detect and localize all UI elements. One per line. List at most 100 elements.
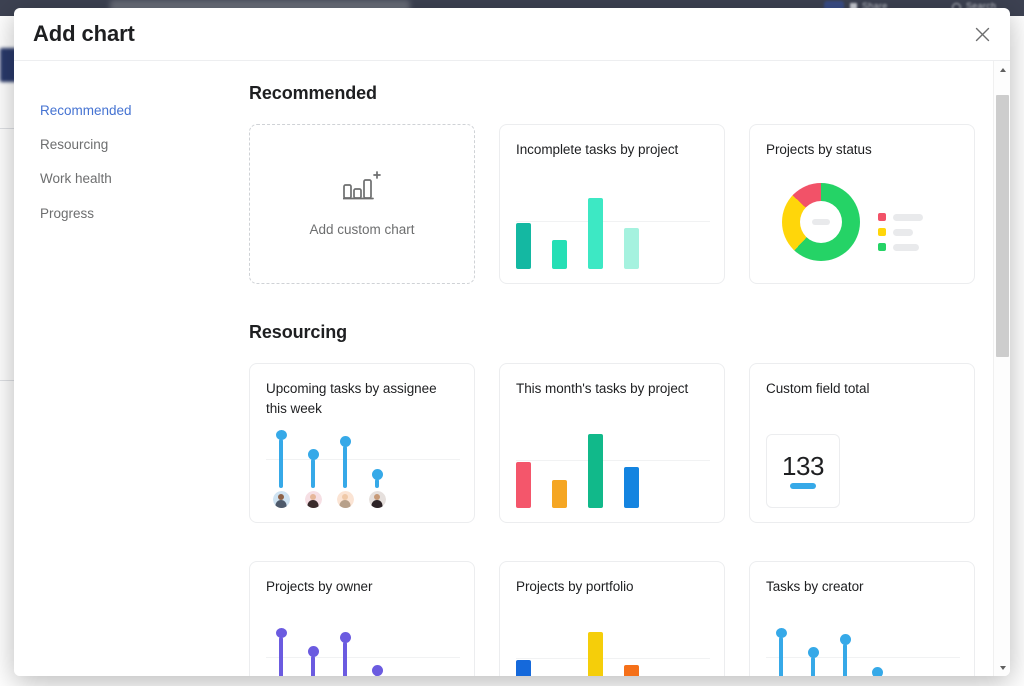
legend-label-placeholder — [893, 228, 913, 236]
avatar — [272, 491, 290, 508]
dialog-header: Add chart — [14, 8, 1010, 61]
chart-thumbnail — [516, 191, 710, 269]
chart-stem — [343, 446, 347, 488]
scroll-up-arrow[interactable] — [994, 61, 1010, 78]
donut-center-label — [812, 219, 830, 225]
scrollbar-thumb[interactable] — [996, 95, 1009, 357]
chart-thumbnail — [266, 628, 460, 676]
chart-stem — [375, 479, 379, 488]
metric-tile: 133 — [766, 434, 840, 508]
chart-thumbnail — [766, 628, 960, 676]
chart-card-grid: Upcoming tasks by assignee this week This… — [249, 363, 980, 523]
chart-bar — [624, 665, 639, 676]
dialog-body: Recommended Resourcing Work health Progress… — [14, 61, 1010, 676]
chart-card[interactable]: Tasks by creator — [749, 561, 975, 676]
chart-card-grid: Projects by owner Projects by portfolio Ta… — [249, 561, 980, 676]
chart-bar-slot — [516, 223, 552, 269]
chart-lollipop-slot — [266, 628, 296, 676]
donut-chart — [782, 183, 860, 261]
chart-thumbnail — [516, 430, 710, 508]
avatar — [368, 491, 386, 508]
metric-accent-bar — [790, 483, 816, 489]
avatar — [336, 491, 354, 508]
legend-label-placeholder — [893, 243, 919, 251]
add-custom-chart-label: Add custom chart — [309, 222, 415, 237]
chart-lollipop-slot — [298, 430, 328, 508]
page-title: Add chart — [33, 21, 135, 46]
chart-section: Resourcing Upcoming tasks by assignee thi… — [249, 322, 980, 523]
chart-stem — [375, 675, 379, 676]
chart-lollipop-slot — [362, 430, 392, 508]
sidebar-item-recommended[interactable]: Recommended — [40, 94, 235, 128]
sidebar-item-progress[interactable]: Progress — [40, 197, 235, 231]
gallery-scrollbar[interactable] — [993, 61, 1010, 676]
chart-bar — [588, 632, 603, 676]
chart-bar-slot — [552, 480, 588, 508]
chart-card-title: Upcoming tasks by assignee this week — [266, 381, 437, 416]
chart-thumbnail — [266, 430, 460, 508]
chart-bar-slot — [588, 632, 624, 676]
chart-stem — [311, 656, 315, 676]
chart-stem — [343, 642, 347, 676]
chart-bar — [588, 198, 603, 269]
chart-card[interactable]: Custom field total 133 — [749, 363, 975, 523]
chart-lollipop-slot — [330, 628, 360, 676]
chart-thumbnail — [766, 181, 960, 273]
chart-bar-slot — [516, 660, 552, 676]
legend-label-placeholder — [893, 213, 923, 221]
chart-card[interactable]: Projects by owner — [249, 561, 475, 676]
chart-card-title: Incomplete tasks by project — [516, 142, 679, 157]
chart-bar — [624, 228, 639, 269]
chart-card[interactable]: This month's tasks by project — [499, 363, 725, 523]
add-chart-dialog: Add chart Recommended Resourcing Work heal… — [14, 8, 1010, 676]
chart-card[interactable]: Projects by status — [749, 124, 975, 284]
chart-card[interactable]: Projects by portfolio — [499, 561, 725, 676]
section-title: Recommended — [249, 83, 377, 103]
chart-thumbnail — [516, 628, 710, 676]
scroll-down-arrow[interactable] — [994, 659, 1010, 676]
chart-bar — [552, 480, 567, 508]
sidebar-item-resourcing[interactable]: Resourcing — [40, 128, 235, 162]
chart-card-title: Custom field total — [766, 381, 870, 396]
chart-bar-slot — [516, 462, 552, 508]
chart-bar — [516, 660, 531, 676]
chart-stem — [279, 637, 283, 676]
bar-chart-plus-icon — [342, 171, 381, 208]
legend-swatch — [878, 213, 886, 221]
add-custom-chart-card[interactable]: Add custom chart — [249, 124, 475, 284]
chart-bar — [588, 434, 603, 508]
chart-legend — [878, 213, 923, 251]
chart-lollipop-slot — [362, 628, 392, 676]
chart-bar — [552, 240, 567, 269]
legend-item — [878, 243, 923, 251]
chart-card[interactable]: Upcoming tasks by assignee this week — [249, 363, 475, 523]
chart-bar-slot — [588, 434, 624, 508]
chart-card-title: Projects by portfolio — [516, 579, 634, 594]
metric-value: 133 — [782, 451, 824, 481]
chart-bar — [516, 462, 531, 508]
chart-lollipop-slot — [862, 628, 892, 676]
chart-lollipop-slot — [766, 628, 796, 676]
chart-lollipop-slot — [298, 628, 328, 676]
chart-bar-slot — [588, 198, 624, 269]
legend-item — [878, 228, 923, 236]
chart-bar-slot — [624, 665, 660, 676]
chart-stem — [311, 459, 315, 488]
chart-bar-slot — [624, 467, 660, 508]
chart-section: Projects by owner Projects by portfolio Ta… — [249, 561, 980, 676]
close-icon[interactable] — [968, 20, 996, 48]
chart-card-grid: Add custom chart Incomplete tasks by proj… — [249, 124, 980, 284]
legend-swatch — [878, 228, 886, 236]
chart-card-title: Projects by status — [766, 142, 872, 157]
chart-lollipop-slot — [266, 430, 296, 508]
sidebar-item-work-health[interactable]: Work health — [40, 162, 235, 196]
chart-card-title: Tasks by creator — [766, 579, 864, 594]
chart-lollipop-slot — [830, 628, 860, 676]
chart-section: Recommended Add custom chart Incomplete ta… — [249, 83, 980, 284]
chart-lollipop-slot — [798, 628, 828, 676]
chart-card-title: This month's tasks by project — [516, 381, 689, 396]
chart-card[interactable]: Incomplete tasks by project — [499, 124, 725, 284]
chart-stem — [279, 439, 283, 488]
chart-point — [871, 667, 883, 676]
chart-stem — [811, 657, 815, 676]
